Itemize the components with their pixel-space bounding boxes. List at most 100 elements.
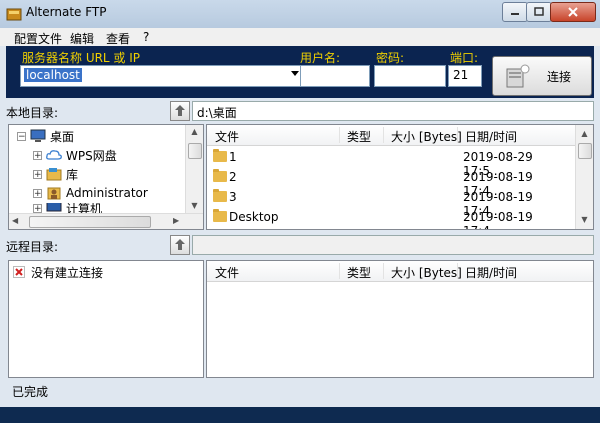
folder-up-icon	[175, 105, 185, 116]
col-divider[interactable]	[383, 127, 384, 143]
bottom-strip	[0, 407, 600, 423]
app-icon	[6, 8, 22, 21]
menu-view[interactable]: 查看	[106, 30, 130, 47]
scroll-up-icon[interactable]: ▲	[576, 129, 593, 138]
host-combobox[interactable]: localhost	[20, 65, 302, 87]
remote-status-item: 没有建立连接	[13, 263, 103, 281]
scroll-down-icon[interactable]: ▼	[576, 215, 593, 224]
chevron-down-icon[interactable]	[291, 71, 299, 76]
menu-profile[interactable]: 配置文件	[14, 30, 62, 47]
folder-up-icon	[175, 239, 185, 250]
server-icon	[506, 64, 530, 88]
col-file[interactable]: 文件	[215, 128, 239, 145]
col-type[interactable]: 类型	[347, 264, 371, 281]
user-field[interactable]	[300, 65, 370, 87]
file-row[interactable]: 1 2019-08-29 17:5...	[207, 147, 573, 178]
connect-button[interactable]: 连接	[492, 56, 592, 96]
scroll-right-icon[interactable]: ▶	[173, 216, 179, 225]
local-path-field[interactable]: d:\桌面	[192, 101, 594, 121]
file-date: 2019-08-19 17:4...	[463, 210, 533, 229]
maximize-button[interactable]	[526, 2, 552, 22]
tree-item-computer[interactable]: + 计算机	[33, 203, 102, 213]
col-divider[interactable]	[457, 127, 458, 143]
minimize-icon	[511, 13, 519, 15]
tree-vscroll-thumb[interactable]	[188, 143, 202, 159]
list-vscrollbar[interactable]: ▲ ▼	[575, 125, 593, 229]
remote-path-field[interactable]	[192, 235, 594, 255]
maximize-icon	[534, 7, 544, 16]
file-row[interactable]: Desktop 2019-08-19 17:4...	[207, 207, 573, 229]
col-file[interactable]: 文件	[215, 264, 239, 281]
connection-bar: 服务器名称 URL 或 IP localhost 用户名: 密码: 端口: 21…	[6, 46, 594, 98]
port-label: 端口:	[450, 51, 479, 65]
file-name: 1	[229, 150, 237, 164]
col-size[interactable]: 大小 [Bytes]	[391, 264, 462, 281]
local-file-list: 文件 类型 大小 [Bytes] 日期/时间 1 2019-08-29 17:5…	[206, 124, 594, 230]
remote-up-button[interactable]	[170, 235, 190, 255]
password-field[interactable]	[374, 65, 446, 87]
local-up-button[interactable]	[170, 101, 190, 121]
tree-item-library[interactable]: + 库	[33, 165, 78, 183]
col-divider[interactable]	[339, 127, 340, 143]
col-size[interactable]: 大小 [Bytes]	[391, 128, 462, 145]
port-field[interactable]: 21	[448, 65, 482, 87]
tree-label: Administrator	[66, 186, 148, 200]
col-date[interactable]: 日期/时间	[465, 128, 517, 145]
tree-label: 计算机	[66, 203, 103, 213]
tree-item-wps[interactable]: + WPS网盘	[33, 146, 117, 164]
local-tree-panel: − 桌面 + WPS网盘 + 库 + Administrator + 计算机 ▲…	[8, 124, 204, 230]
window-title: Alternate FTP	[26, 5, 107, 19]
col-divider[interactable]	[383, 263, 384, 279]
title-bar: Alternate FTP	[0, 0, 600, 29]
tree-item-administrator[interactable]: + Administrator	[33, 184, 148, 202]
remote-dir-label: 远程目录:	[6, 240, 59, 254]
col-date[interactable]: 日期/时间	[465, 264, 517, 281]
scroll-left-icon[interactable]: ◀	[12, 216, 18, 225]
file-name: Desktop	[229, 210, 279, 224]
expand-icon[interactable]: +	[33, 188, 42, 198]
remote-status-text: 没有建立连接	[31, 265, 104, 280]
folder-icon	[213, 209, 227, 222]
expand-icon[interactable]: +	[33, 169, 42, 179]
file-name: 2	[229, 170, 237, 184]
user-icon	[47, 187, 61, 200]
computer-icon	[46, 203, 62, 212]
scroll-up-icon[interactable]: ▲	[186, 127, 203, 136]
local-list-header: 文件 类型 大小 [Bytes] 日期/时间	[207, 125, 593, 146]
library-icon	[46, 168, 62, 181]
scroll-down-icon[interactable]: ▼	[186, 201, 203, 210]
menu-help[interactable]: ?	[143, 30, 149, 44]
folder-icon	[213, 149, 227, 162]
folder-icon	[213, 189, 227, 202]
tree-hscroll-thumb[interactable]	[29, 216, 151, 228]
tree-hscrollbar[interactable]: ◀ ▶	[9, 213, 203, 229]
file-row[interactable]: 2 2019-08-19 17:4...	[207, 167, 573, 198]
host-label: 服务器名称 URL 或 IP	[22, 51, 141, 65]
expand-icon[interactable]: +	[33, 150, 42, 160]
menu-edit[interactable]: 编辑	[70, 30, 94, 47]
remote-file-list: 文件 类型 大小 [Bytes] 日期/时间	[206, 260, 594, 378]
minimize-button[interactable]	[502, 2, 528, 22]
remote-list-header: 文件 类型 大小 [Bytes] 日期/时间	[207, 261, 593, 282]
status-text: 已完成	[12, 385, 49, 399]
local-dir-label: 本地目录:	[6, 106, 59, 120]
error-icon	[13, 266, 25, 278]
tree-label: 桌面	[50, 129, 75, 144]
file-row[interactable]: 3 2019-08-19 17:4...	[207, 187, 573, 218]
col-divider[interactable]	[457, 263, 458, 279]
file-name: 3	[229, 190, 237, 204]
tree-label: 库	[66, 167, 79, 182]
port-value: 21	[453, 68, 469, 82]
tree-item-desktop[interactable]: − 桌面	[17, 127, 74, 145]
host-value[interactable]: localhost	[24, 68, 82, 82]
close-icon	[568, 7, 578, 17]
collapse-icon[interactable]: −	[17, 131, 26, 141]
tree-vscrollbar[interactable]: ▲ ▼	[185, 125, 203, 213]
password-label: 密码:	[376, 51, 405, 65]
expand-icon[interactable]: +	[33, 203, 42, 213]
col-type[interactable]: 类型	[347, 128, 371, 145]
close-button[interactable]	[550, 2, 596, 22]
connect-label: 连接	[547, 70, 572, 84]
col-divider[interactable]	[339, 263, 340, 279]
list-vscroll-thumb[interactable]	[578, 143, 592, 159]
